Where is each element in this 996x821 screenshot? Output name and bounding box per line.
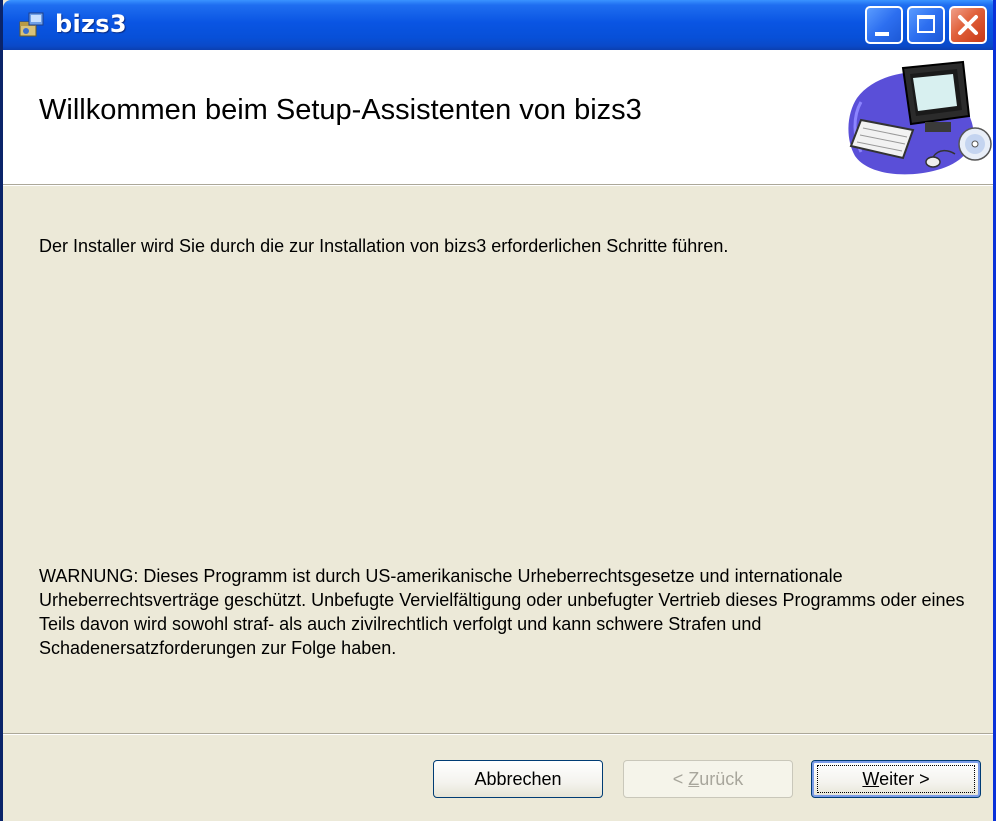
title-bar[interactable]: bizs3	[3, 0, 993, 50]
minimize-button[interactable]	[865, 6, 903, 44]
cancel-button[interactable]: Abbrechen	[433, 760, 603, 798]
back-button[interactable]: < Zurück	[623, 760, 793, 798]
wizard-header: Willkommen beim Setup-Assistenten von bi…	[3, 50, 993, 185]
copyright-warning-text: WARNUNG: Dieses Programm ist durch US-am…	[39, 566, 965, 658]
minimize-icon	[875, 32, 889, 36]
close-button[interactable]	[949, 6, 987, 44]
back-button-accelerator: Z	[688, 769, 700, 789]
close-icon	[958, 15, 978, 35]
back-button-prefix: <	[672, 769, 689, 789]
intro-text: Der Installer wird Sie durch die zur Ins…	[39, 236, 729, 256]
installer-package-icon	[19, 12, 44, 37]
window-title: bizs3	[55, 10, 127, 38]
page-title: Willkommen beim Setup-Assistenten von bi…	[39, 94, 642, 126]
computer-cd-illustration	[848, 60, 992, 175]
next-button[interactable]: Weiter >	[811, 760, 981, 798]
back-button-label: urück	[699, 769, 744, 789]
setup-wizard-window: bizs3 Willkommen beim Setup-Assistenten …	[0, 0, 996, 821]
button-area-divider-highlight	[3, 734, 993, 735]
maximize-button[interactable]	[907, 6, 945, 44]
maximize-icon	[917, 15, 935, 33]
focus-rectangle	[817, 765, 975, 793]
header-divider	[3, 185, 993, 186]
